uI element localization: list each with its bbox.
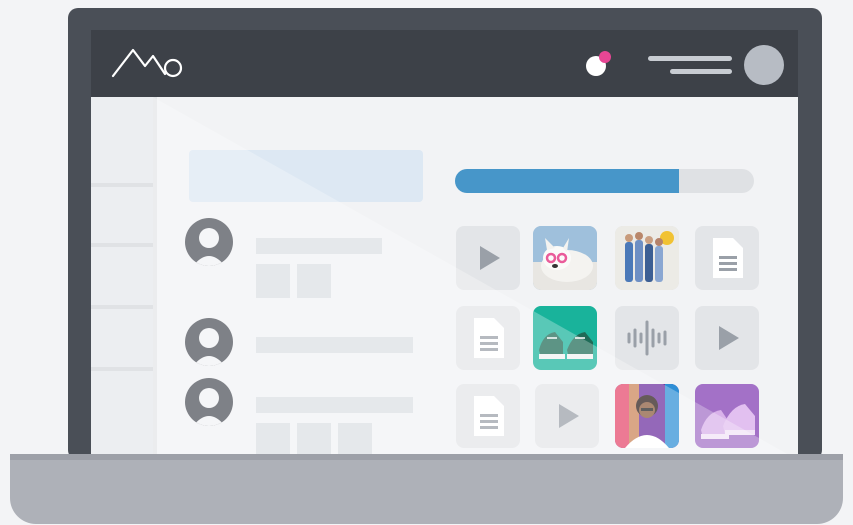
play-icon [719,326,739,350]
sidebar-item[interactable] [91,183,153,187]
app-topbar [91,30,798,97]
media-tile-photo-sneakers-green[interactable] [533,306,597,370]
photo-dog [533,226,597,290]
sidebar-item[interactable] [91,305,153,309]
list-item-block [256,264,290,298]
list-item-block [297,423,331,457]
document-icon [713,238,743,278]
play-icon [480,246,500,270]
sidebar-item[interactable] [91,367,153,371]
hamburger-menu-icon[interactable] [648,54,734,78]
user-avatar-icon [185,218,233,266]
laptop-screen [91,30,798,460]
list-item-title [256,397,413,413]
media-tile-document[interactable] [695,226,759,290]
play-icon [559,404,579,428]
laptop-base [10,454,843,524]
notification-dot-icon[interactable] [585,50,613,78]
user-avatar-icon[interactable] [744,45,784,85]
document-icon [474,396,504,436]
media-tile-photo-dog[interactable] [533,226,597,290]
media-tile-video[interactable] [535,384,599,448]
media-tile-photo-sneakers-purple[interactable] [695,384,759,448]
search-input[interactable] [189,150,423,202]
laptop-base-lip [10,454,843,460]
user-avatar-icon [185,318,233,366]
media-tile-video[interactable] [695,306,759,370]
photo-sneakers-purple [695,384,759,448]
list-item-title [256,238,382,254]
document-icon [474,318,504,358]
media-tile-document[interactable] [456,306,520,370]
sidebar [91,97,157,460]
list-item-block [297,264,331,298]
list-item-title [256,337,413,353]
upload-progress-bar [455,169,754,193]
app-content [91,97,798,460]
audio-wave-icon [627,320,667,356]
list-item-block [256,423,290,457]
mountain-logo-icon[interactable] [111,44,185,80]
media-tile-photo-person[interactable] [615,384,679,448]
media-tile-video[interactable] [456,226,520,290]
media-tile-audio[interactable] [615,306,679,370]
media-tile-photo-group[interactable] [615,226,679,290]
photo-sneakers-green [533,306,597,370]
list-item-block [338,423,372,457]
user-avatar-icon [185,378,233,426]
photo-group [615,226,679,290]
upload-progress-fill [455,169,680,193]
sidebar-item[interactable] [91,243,153,247]
photo-person [615,384,679,448]
media-tile-document[interactable] [456,384,520,448]
